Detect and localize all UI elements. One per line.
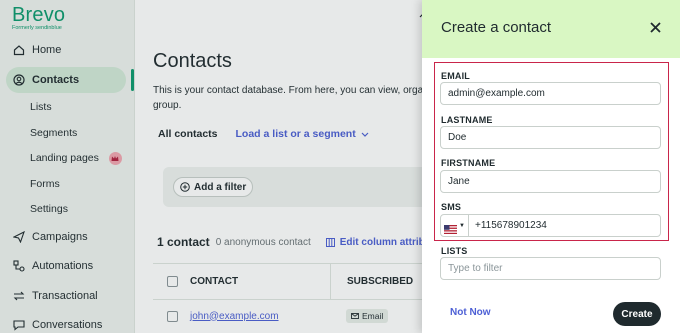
close-icon[interactable] bbox=[648, 20, 662, 34]
create-button[interactable]: Create bbox=[613, 302, 661, 326]
lists-label: LISTS bbox=[441, 246, 468, 256]
lastname-field[interactable] bbox=[440, 126, 661, 149]
drawer-title: Create a contact bbox=[441, 19, 552, 36]
lists-filter-input[interactable] bbox=[440, 257, 661, 280]
sms-field[interactable] bbox=[469, 220, 660, 231]
us-flag-icon bbox=[444, 221, 458, 234]
country-code-select[interactable]: ▼ bbox=[441, 215, 469, 236]
firstname-field[interactable] bbox=[440, 170, 661, 193]
firstname-label: FIRSTNAME bbox=[441, 158, 496, 168]
not-now-button[interactable]: Not Now bbox=[450, 307, 491, 318]
create-contact-drawer: Create a contact EMAIL LASTNAME FIRSTNAM… bbox=[422, 0, 680, 333]
email-label: EMAIL bbox=[441, 71, 470, 81]
sms-field-group: ▼ bbox=[440, 214, 661, 237]
caret-down-icon: ▼ bbox=[459, 222, 465, 229]
lastname-label: LASTNAME bbox=[441, 115, 493, 125]
sms-label: SMS bbox=[441, 202, 462, 212]
drawer-header: Create a contact bbox=[422, 0, 680, 58]
email-field[interactable] bbox=[440, 82, 661, 105]
